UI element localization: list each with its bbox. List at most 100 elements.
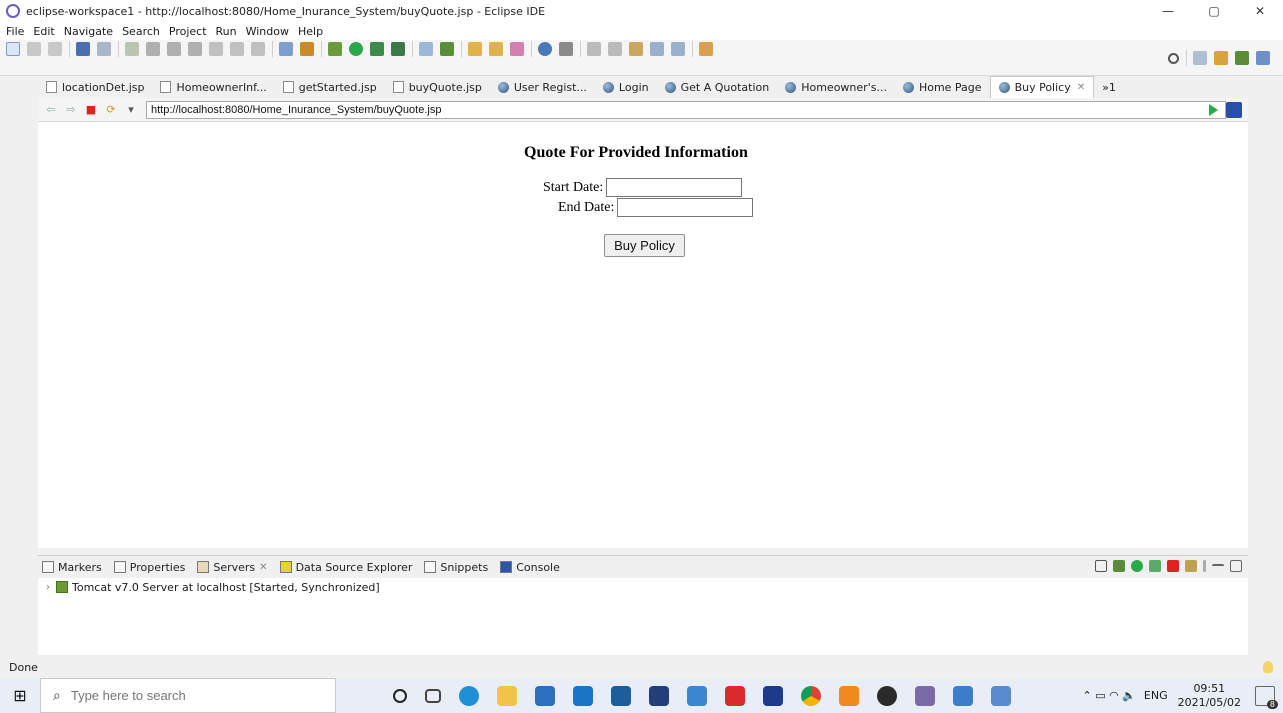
step-over-icon[interactable]	[230, 42, 244, 56]
open-task-icon[interactable]	[279, 42, 293, 56]
debug-icon[interactable]	[328, 42, 342, 56]
menu-navigate[interactable]: Navigate	[64, 25, 113, 38]
minimize-panel-icon[interactable]	[1212, 564, 1224, 568]
cortana-icon[interactable]	[393, 688, 407, 703]
resume-icon[interactable]	[125, 42, 139, 56]
go-icon[interactable]	[1209, 104, 1218, 116]
windows-start-icon[interactable]: ⊞	[0, 678, 40, 713]
start-date-input[interactable]	[606, 178, 743, 197]
chrome-icon[interactable]	[801, 685, 821, 706]
stop-icon[interactable]: ■	[84, 103, 98, 117]
globe-icon[interactable]	[538, 42, 552, 56]
store-icon[interactable]	[535, 685, 555, 706]
tab-getstarted-jsp[interactable]: getStarted.jsp	[275, 76, 385, 98]
tab-buy-policy[interactable]: Buy Policy ✕	[989, 76, 1095, 98]
taskbar-search[interactable]: ⌕	[40, 678, 336, 713]
buy-policy-button[interactable]: Buy Policy	[604, 234, 685, 257]
mail-icon[interactable]	[573, 685, 593, 706]
tray-icons[interactable]: ⌃ ▭ ◠ 🔈	[1082, 689, 1135, 702]
forward-icon[interactable]	[671, 42, 685, 56]
debug-server-icon[interactable]	[1113, 560, 1125, 572]
skip-breakpoints-icon[interactable]	[97, 42, 111, 56]
coverage-icon[interactable]	[391, 42, 405, 56]
tab-locationdet-jsp[interactable]: locationDet.jsp	[38, 76, 152, 98]
open-project-icon[interactable]	[489, 42, 503, 56]
search-icon[interactable]	[1168, 52, 1179, 64]
tab-data-source-explorer[interactable]: Data Source Explorer	[279, 561, 412, 574]
end-date-input[interactable]	[617, 198, 754, 217]
tab-homeowners[interactable]: Homeowner's...	[777, 76, 895, 98]
server-list-item[interactable]: › Tomcat v7.0 Server at localhost [Start…	[38, 578, 1248, 596]
forward-arrow-icon[interactable]: ⇨	[64, 103, 78, 117]
step-return-icon[interactable]	[251, 42, 265, 56]
eclipse-app-icon[interactable]	[915, 685, 935, 706]
tab-get-a-quotation[interactable]: Get A Quotation	[657, 76, 778, 98]
back-arrow-icon[interactable]: ⇦	[44, 103, 58, 117]
clock[interactable]: 09:51 2021/05/02	[1178, 682, 1241, 710]
collapse-icon[interactable]	[1095, 560, 1107, 572]
last-edit-icon[interactable]	[629, 42, 643, 56]
save-all-icon[interactable]	[48, 42, 62, 56]
new-file-icon[interactable]	[6, 42, 20, 56]
tab-servers[interactable]: Servers ✕	[197, 561, 268, 574]
open-type-icon[interactable]	[300, 42, 314, 56]
pin-editor-icon[interactable]	[699, 42, 713, 56]
java-perspective-icon[interactable]	[1256, 51, 1270, 65]
open-external-icon[interactable]	[1226, 102, 1242, 118]
minimize-button[interactable]: —	[1145, 0, 1191, 22]
tab-home-page[interactable]: Home Page	[895, 76, 990, 98]
tabs-overflow[interactable]: »1	[1094, 76, 1124, 98]
open-folder-icon[interactable]	[468, 42, 482, 56]
save-icon[interactable]	[27, 42, 41, 56]
menu-window[interactable]: Window	[246, 25, 289, 38]
menu-run[interactable]: Run	[216, 25, 237, 38]
tip-lightbulb-icon[interactable]	[1263, 661, 1273, 673]
publish-icon[interactable]	[1185, 560, 1197, 572]
tab-properties[interactable]: Properties	[113, 561, 185, 574]
stop-server-icon[interactable]	[1167, 560, 1179, 572]
annotation-icon[interactable]	[510, 42, 524, 56]
language-indicator[interactable]: ENG	[1144, 689, 1168, 702]
new-java-project-icon[interactable]	[419, 42, 433, 56]
debug-perspective-icon[interactable]	[1235, 51, 1249, 65]
notification-icon[interactable]: 8	[1255, 685, 1278, 709]
terminate-icon[interactable]	[167, 42, 181, 56]
menu-search[interactable]: Search	[122, 25, 160, 38]
edge-icon[interactable]	[459, 685, 479, 706]
search-tool-icon[interactable]	[559, 42, 573, 56]
acrobat-icon[interactable]	[725, 685, 745, 706]
tab-snippets[interactable]: Snippets	[424, 561, 488, 574]
app-network-icon[interactable]	[991, 685, 1011, 706]
app-blue-icon[interactable]	[611, 685, 631, 706]
settings-icon[interactable]	[877, 685, 897, 706]
vlc-icon[interactable]	[839, 685, 859, 706]
start-server-icon[interactable]	[1131, 560, 1143, 572]
view-menu-icon[interactable]	[1203, 560, 1206, 572]
history-dropdown-icon[interactable]: ▾	[124, 103, 138, 117]
task-view-icon[interactable]	[425, 688, 441, 703]
step-into-icon[interactable]	[209, 42, 223, 56]
close-tab-icon[interactable]: ✕	[1077, 82, 1085, 93]
tab-buyquote-jsp[interactable]: buyQuote.jsp	[385, 76, 490, 98]
suspend-icon[interactable]	[146, 42, 160, 56]
menu-edit[interactable]: Edit	[33, 25, 54, 38]
url-field[interactable]	[146, 101, 1226, 119]
java-ee-perspective-icon[interactable]	[1214, 51, 1228, 65]
open-perspective-icon[interactable]	[1193, 51, 1207, 65]
disconnect-icon[interactable]	[188, 42, 202, 56]
new-class-icon[interactable]	[440, 42, 454, 56]
next-annotation-icon[interactable]	[587, 42, 601, 56]
close-button[interactable]: ✕	[1237, 0, 1283, 22]
tab-homeownerinf[interactable]: HomeownerInf...	[152, 76, 274, 98]
tab-user-registration[interactable]: User Regist...	[490, 76, 595, 98]
profile-server-icon[interactable]	[1149, 560, 1161, 572]
terminal-icon[interactable]	[76, 42, 90, 56]
menu-help[interactable]: Help	[298, 25, 323, 38]
tab-markers[interactable]: Markers	[42, 561, 102, 574]
app-darkblue-icon[interactable]	[649, 685, 669, 706]
maximize-button[interactable]: ▢	[1191, 0, 1237, 22]
app-bird-icon[interactable]	[687, 685, 707, 706]
close-tab-icon[interactable]: ✕	[259, 562, 267, 573]
prev-annotation-icon[interactable]	[608, 42, 622, 56]
menu-file[interactable]: File	[6, 25, 24, 38]
